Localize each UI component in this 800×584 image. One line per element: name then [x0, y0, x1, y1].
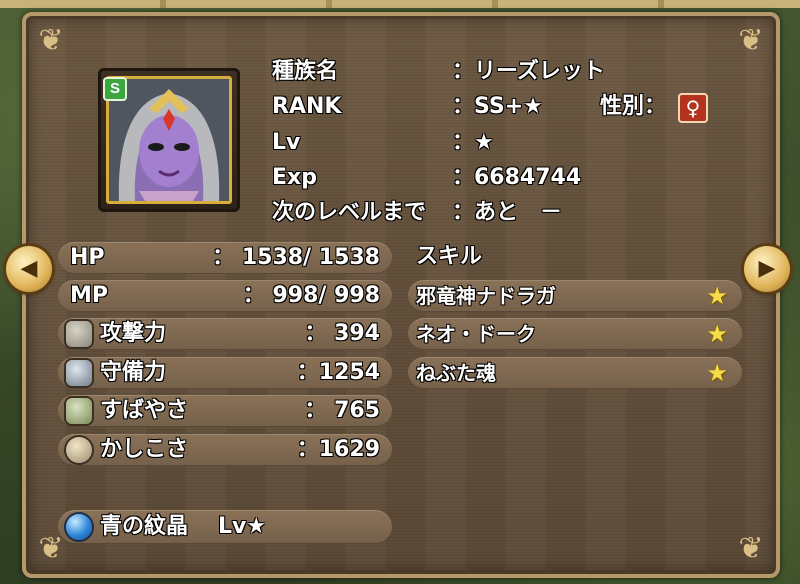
level-value: ：★	[452, 130, 494, 155]
chevron-left-icon: ◀	[20, 256, 38, 281]
hp-value: ： 1538/ 1538	[212, 245, 380, 270]
skill-name: ねぶた魂	[416, 361, 496, 385]
gender-label: 性別：	[600, 94, 667, 119]
shield-icon	[66, 360, 92, 386]
skill-item[interactable]: ネオ・ドーク ★	[408, 318, 742, 350]
top-tab-strip	[0, 0, 800, 8]
mp-row: MP ： 998/ 998	[58, 280, 392, 312]
mp-value: ： 998/ 998	[242, 283, 380, 308]
mp-label: MP	[70, 283, 109, 308]
agility-row: すばやさ ： 765	[58, 395, 392, 427]
wisdom-label: かしこさ	[100, 437, 189, 462]
species-value: ：リーズレット	[452, 59, 605, 84]
wisdom-value: ：1629	[296, 437, 380, 462]
skill-item[interactable]: 邪竜神ナドラガ ★	[408, 280, 742, 312]
crest-row[interactable]: 青の紋晶 Lv★	[58, 510, 392, 544]
defense-label: 守備力	[100, 360, 167, 385]
blue-gem-icon	[66, 514, 92, 540]
corner-ornament-icon: ❦	[738, 531, 764, 566]
skill-name: ネオ・ドーク	[416, 322, 536, 346]
agility-label: すばやさ	[100, 398, 189, 423]
exp-value: ：6684744	[452, 165, 582, 190]
next-level-value: ：あと －	[452, 200, 563, 225]
hp-row: HP ： 1538/ 1538	[58, 242, 392, 274]
prev-arrow-button[interactable]: ◀	[6, 246, 52, 292]
wisdom-row: かしこさ ：1629	[58, 434, 392, 466]
agility-value: ： 765	[304, 398, 380, 423]
monster-face-icon	[109, 79, 229, 201]
female-icon: ♀	[678, 93, 708, 123]
crest-level: Lv★	[218, 514, 267, 539]
level-label: Lv	[272, 130, 301, 155]
sword-icon	[66, 321, 92, 347]
defense-row: 守備力 ：1254	[58, 357, 392, 389]
skill-item[interactable]: ねぶた魂 ★	[408, 357, 742, 389]
corner-ornament-icon: ❦	[738, 23, 764, 58]
chevron-right-icon: ▶	[758, 256, 776, 281]
ring-icon	[66, 437, 92, 463]
attack-row: 攻撃力 ： 394	[58, 318, 392, 350]
rank-label: RANK	[272, 94, 342, 119]
defense-value: ：1254	[296, 360, 380, 385]
star-icon: ★	[706, 320, 728, 348]
star-icon: ★	[706, 282, 728, 310]
corner-ornament-icon: ❦	[38, 23, 64, 58]
attack-value: ： 394	[304, 321, 380, 346]
species-label: 種族名	[272, 59, 339, 84]
attack-label: 攻撃力	[100, 321, 167, 346]
skill-header: スキル	[416, 244, 483, 269]
skill-name: 邪竜神ナドラガ	[416, 284, 556, 308]
rank-badge: S	[103, 77, 127, 101]
rank-value: ：SS+★	[452, 94, 543, 119]
boot-icon	[66, 398, 92, 424]
star-icon: ★	[706, 359, 728, 387]
crest-name: 青の紋晶	[100, 514, 189, 539]
exp-label: Exp	[272, 165, 317, 190]
next-arrow-button[interactable]: ▶	[744, 246, 790, 292]
hp-label: HP	[70, 245, 105, 270]
next-level-label: 次のレベルまで	[272, 200, 427, 225]
